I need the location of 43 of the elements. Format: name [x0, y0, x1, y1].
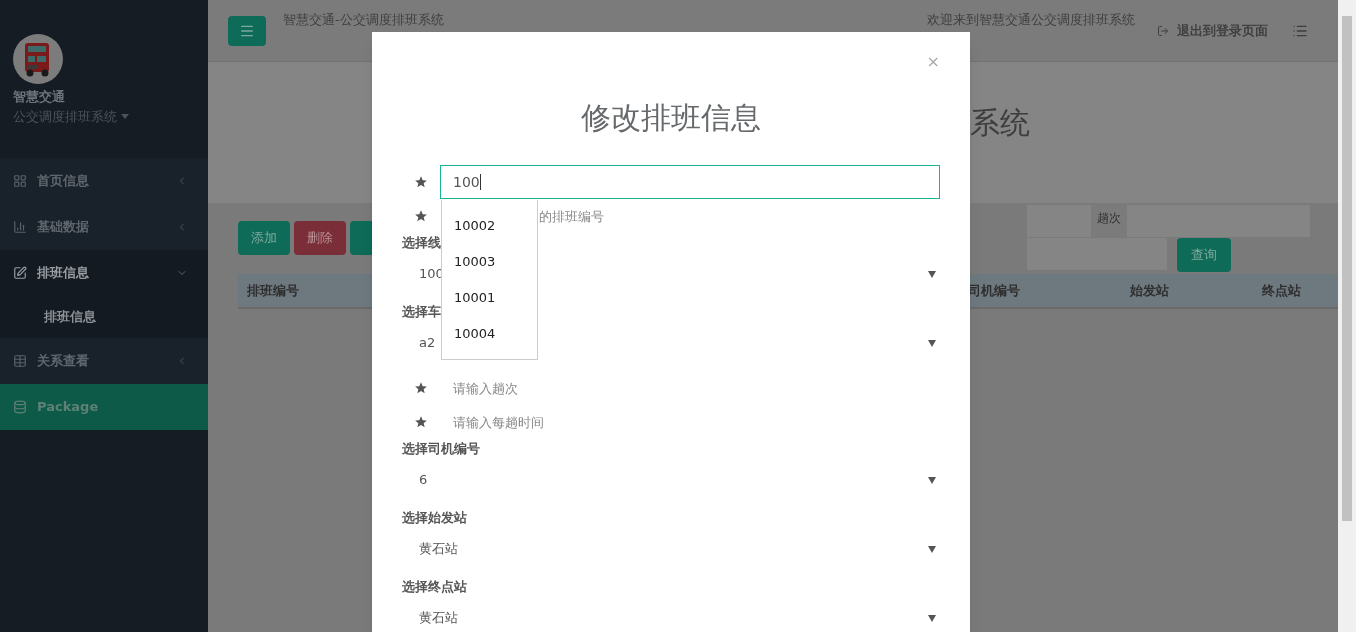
caret-icon: [928, 545, 936, 553]
brand-title: 智慧交通: [13, 88, 66, 106]
star-icon: [414, 415, 428, 429]
column-header: 排班编号: [247, 281, 299, 300]
suggestion-item[interactable]: 10002: [442, 208, 537, 244]
star-icon: [414, 381, 428, 395]
table-icon: [13, 354, 27, 368]
suggestion-item[interactable]: 10004: [442, 316, 537, 352]
suggestion-item[interactable]: 10003: [442, 244, 537, 280]
caret-icon: [928, 614, 936, 622]
caret-icon: [121, 113, 129, 119]
column-header: 终点站: [1262, 281, 1301, 300]
logout-icon: [1157, 24, 1169, 37]
text-input[interactable]: 请输入每趟时间: [440, 407, 940, 437]
column-header: 始发站: [1130, 281, 1169, 300]
text-input[interactable]: 请输入趟次: [440, 373, 940, 403]
page-heading: 系统: [970, 105, 1030, 140]
modal-title: 修改排班信息: [581, 100, 761, 137]
grid-icon: [13, 174, 27, 188]
search-field[interactable]: [1127, 205, 1310, 237]
star-icon: [414, 175, 428, 189]
caret-icon: [928, 270, 936, 278]
sidebar-subitem[interactable]: 排班信息: [44, 307, 96, 327]
star-icon: [414, 209, 428, 223]
schedule-id-input[interactable]: 100: [440, 165, 940, 199]
field-label: 选择线: [402, 234, 441, 253]
menu-button[interactable]: [228, 15, 266, 46]
edit-icon: [13, 266, 27, 280]
field-label: 选择终点站: [402, 578, 467, 597]
select-value[interactable]: 黄石站: [419, 539, 458, 559]
select-value[interactable]: a2: [419, 333, 436, 353]
select-value[interactable]: 黄石站: [419, 608, 458, 628]
field-label: 选择车: [402, 303, 441, 322]
toolbar-button[interactable]: 删除: [294, 221, 346, 255]
select-value[interactable]: 6: [419, 470, 428, 490]
text-input[interactable]: 的排班编号: [539, 201, 940, 231]
caret-icon: [928, 476, 936, 484]
bar-chart-icon: [13, 220, 27, 234]
field-label: 选择司机编号: [402, 440, 480, 459]
caret-icon: [928, 339, 936, 347]
suggestion-item[interactable]: 10001: [442, 280, 537, 316]
field-label: 选择始发站: [402, 509, 467, 528]
database-icon: [13, 400, 27, 414]
